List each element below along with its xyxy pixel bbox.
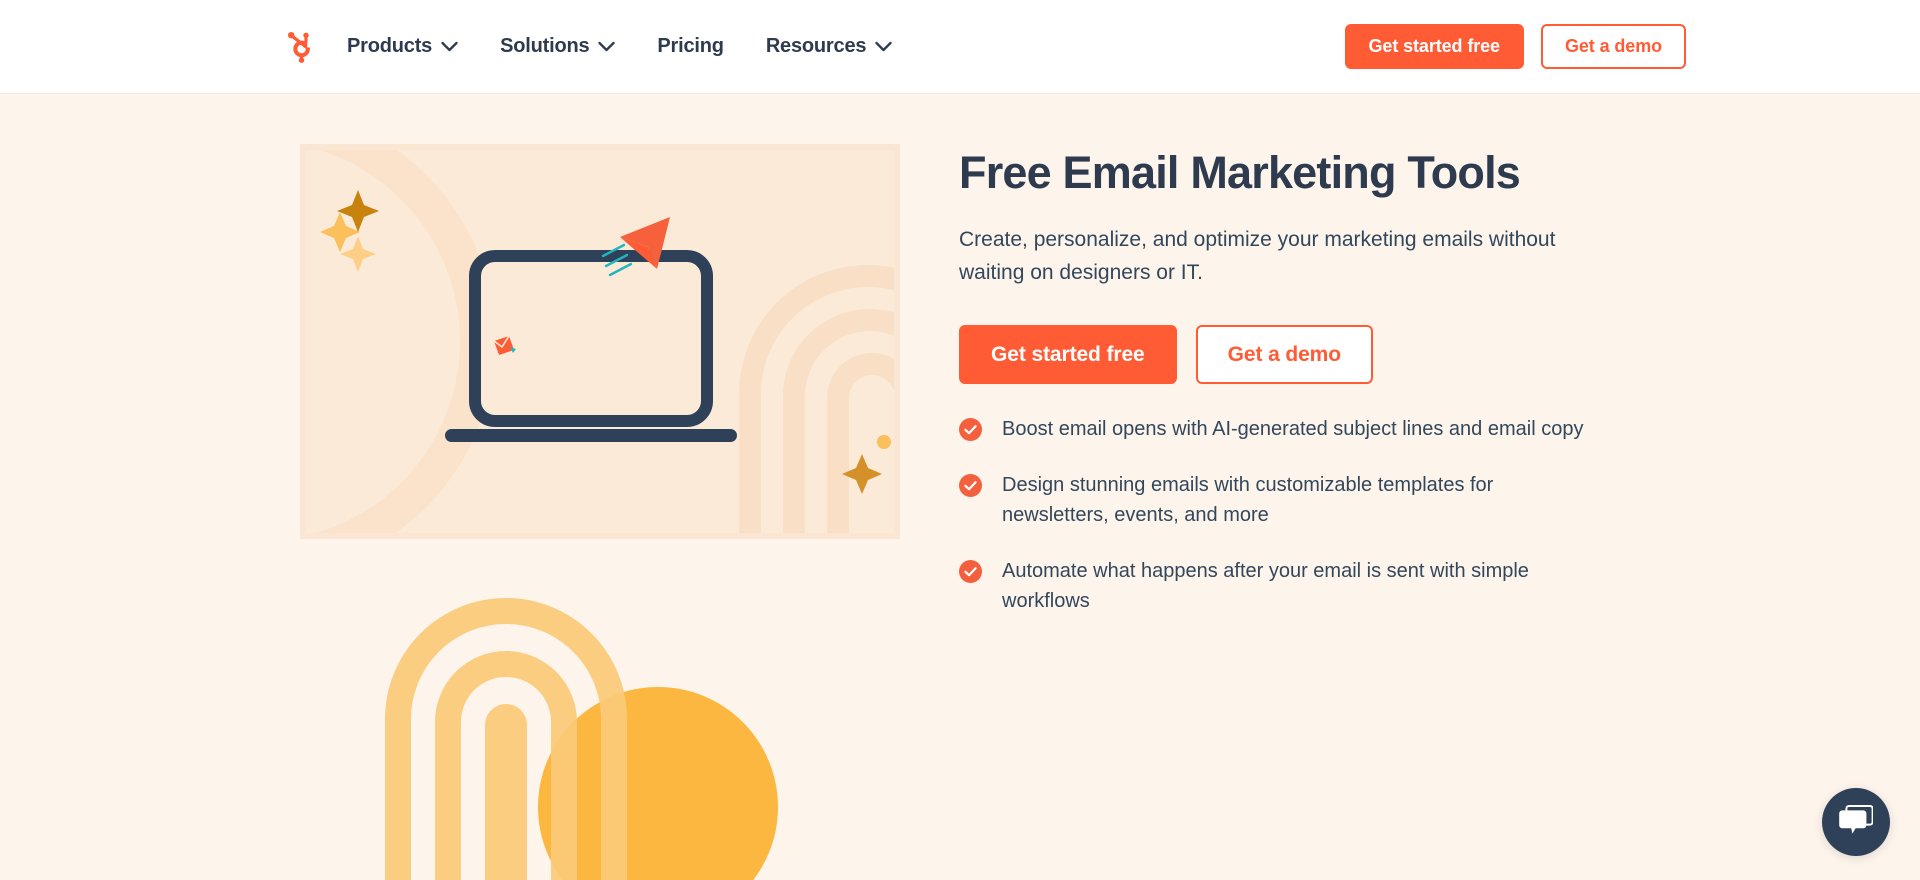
nav-item-resources[interactable]: Resources xyxy=(766,35,892,58)
site-header: Products Solutions Pricing Resources Get… xyxy=(0,0,1920,94)
list-item: Design stunning emails with customizable… xyxy=(959,470,1639,530)
chevron-down-icon xyxy=(441,35,458,58)
check-circle-icon xyxy=(959,418,982,442)
header-get-a-demo-button[interactable]: Get a demo xyxy=(1540,24,1686,69)
list-item: Automate what happens after your email i… xyxy=(959,556,1639,616)
feature-bullet-list: Boost email opens with AI-generated subj… xyxy=(959,414,1639,616)
chat-widget-button[interactable] xyxy=(1822,788,1890,856)
nav-item-products[interactable]: Products xyxy=(347,35,458,58)
header-cta-group: Get started free Get a demo xyxy=(1344,24,1686,69)
hero-get-a-demo-button[interactable]: Get a demo xyxy=(1195,325,1373,385)
nav-item-label: Pricing xyxy=(657,35,724,57)
hero-section: Free Email Marketing Tools Create, perso… xyxy=(0,94,1920,880)
hero-cta-group: Get started free Get a demo xyxy=(959,325,1639,385)
hero-get-started-free-button[interactable]: Get started free xyxy=(959,325,1177,385)
bullet-text: Automate what happens after your email i… xyxy=(1002,560,1529,613)
chat-bubbles-icon xyxy=(1839,804,1874,840)
hubspot-sprocket-logo[interactable] xyxy=(283,29,319,65)
list-item: Boost email opens with AI-generated subj… xyxy=(959,414,1639,444)
hero-content: Free Email Marketing Tools Create, perso… xyxy=(959,146,1639,616)
nav-item-solutions[interactable]: Solutions xyxy=(500,35,616,58)
nav-item-label: Resources xyxy=(765,35,867,57)
hero-subtitle: Create, personalize, and optimize your m… xyxy=(959,228,1556,285)
check-circle-icon xyxy=(959,560,982,584)
chevron-down-icon xyxy=(875,35,892,58)
check-circle-icon xyxy=(959,474,982,498)
bullet-text: Design stunning emails with customizable… xyxy=(1002,474,1494,527)
header-get-started-free-button[interactable]: Get started free xyxy=(1344,24,1524,69)
email-marketing-laptop-illustration xyxy=(300,144,900,539)
page-title: Free Email Marketing Tools xyxy=(959,147,1521,198)
nav-item-label: Products xyxy=(347,35,433,57)
arches-and-sun-illustration xyxy=(380,589,810,880)
header-left-group: Products Solutions Pricing Resources xyxy=(283,29,892,65)
nav-item-pricing[interactable]: Pricing xyxy=(657,35,724,58)
bullet-text: Boost email opens with AI-generated subj… xyxy=(1002,418,1584,441)
primary-navigation: Products Solutions Pricing Resources xyxy=(347,35,892,58)
nav-item-label: Solutions xyxy=(500,35,590,57)
chevron-down-icon xyxy=(598,35,616,58)
